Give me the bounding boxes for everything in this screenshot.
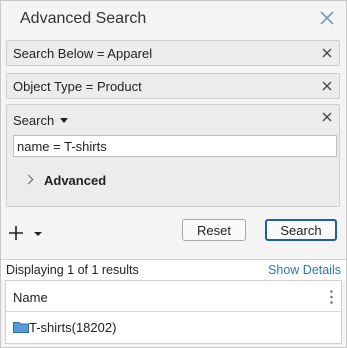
advanced-search-panel: Advanced Search Search Below = Apparel O… [0,0,347,348]
filter-chip-object-type: Object Type = Product [6,73,340,99]
table-row[interactable]: T-shirts(18202) [6,319,341,339]
chevron-right-icon [23,174,34,185]
filter-chip-label: Search Below = Apparel [13,46,153,61]
search-query-input[interactable] [13,135,337,157]
filter-chip-label: Object Type = Product [13,79,142,94]
row-count: (18202) [71,320,117,335]
close-icon[interactable] [322,112,332,122]
results-table: Name T-shirts(18202) [5,280,342,344]
row-name: T-shirts [29,320,72,335]
close-icon[interactable] [322,81,332,91]
search-type-label: Search [13,113,55,128]
more-vertical-icon[interactable] [330,290,333,304]
add-criteria-button[interactable] [9,223,43,243]
column-header-row: Name [6,281,341,312]
row-label: T-shirts(18202) [29,320,116,335]
close-icon[interactable] [322,48,332,58]
search-button[interactable]: Search [265,219,337,241]
panel-title: Advanced Search [20,10,147,27]
plus-icon [9,226,42,240]
advanced-toggle[interactable]: Advanced [23,173,107,188]
results-count-text: Displaying 1 of 1 results [6,263,139,277]
column-header-name[interactable]: Name [13,290,48,305]
search-type-dropdown[interactable]: Search [13,113,69,128]
filter-chip-search-below: Search Below = Apparel [6,40,340,66]
show-details-link[interactable]: Show Details [268,263,341,277]
folder-icon [13,322,29,333]
results-header: Displaying 1 of 1 results Show Details [1,259,346,280]
close-icon[interactable] [319,10,335,26]
caret-down-icon [60,118,69,123]
reset-button[interactable]: Reset [182,219,246,241]
title-bar: Advanced Search [1,1,346,37]
advanced-label: Advanced [44,173,107,188]
search-criteria-box: Search Advanced [6,104,340,207]
